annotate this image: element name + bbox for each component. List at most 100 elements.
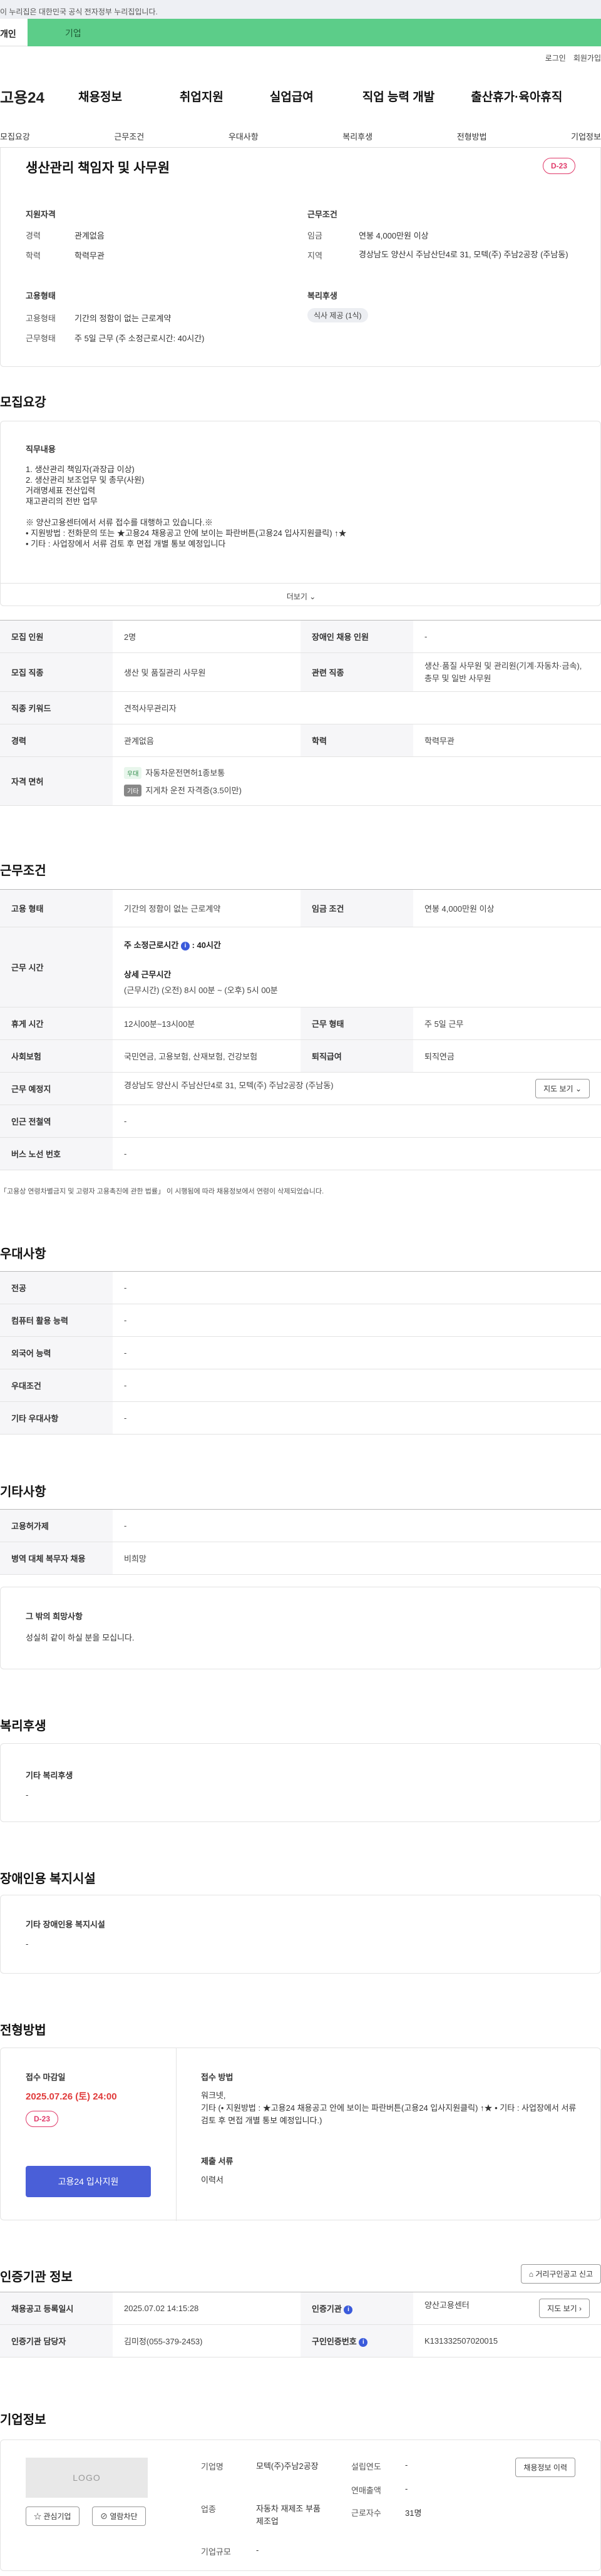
size-label: 기업규모 [201,2547,231,2557]
lang-value: - [113,1336,601,1369]
wage-label: 임금 [307,231,322,240]
info-icon[interactable]: i [180,941,190,951]
docs-title: 제출 서류 [201,2156,234,2166]
edu-value-row: 학력무관 [413,724,601,757]
star-icon: ☆ [34,2512,42,2521]
job-desc-heading: 직무내용 [26,445,56,454]
user-type-tabs: 개인 기업 [0,19,601,46]
wage-cond-label: 임금 조건 [300,889,413,927]
gov-notice-text: 이 누리집은 대한민국 공식 전자정부 누리집입니다. [0,8,158,16]
agency-map-button[interactable]: 지도 보기 › [539,2299,590,2318]
map-button[interactable]: 지도 보기 ⌄ [535,1079,590,1098]
info-icon[interactable]: i [359,2337,368,2347]
wage-value: 연봉 4,000만원 이상 [359,231,429,240]
selection-heading: 전형방법 [0,2024,46,2038]
career-label: 경력 [26,231,41,240]
site-logo[interactable]: 고용24 [0,85,72,107]
info-icon[interactable]: i [344,2305,353,2314]
wage-cond-value: 연봉 4,000만원 이상 [413,889,601,927]
login-link[interactable]: 로그인 [545,53,566,63]
computer-label: 컴퓨터 활용 능력 [0,1304,113,1337]
retire-value: 퇴직연금 [413,1039,601,1073]
employees-label: 근로자수 [351,2508,381,2518]
edu-label: 학력 [26,251,41,260]
disabled-title: 기타 장애인용 복지시설 [26,1920,105,1929]
career-value: 관계없음 [74,231,105,240]
gnb-item-unemployment[interactable]: 실업급여 [270,88,314,105]
pref-label: 우대조건 [0,1369,113,1402]
age-note: 「고용상 연령차별금지 및 고령자 고용촉진에 관한 법률」 이 시행됨에 따라… [0,1188,324,1195]
anchor-recruit[interactable]: 모집요강 [0,130,30,147]
table-row: 인근 전철역 - [0,1105,601,1138]
table-row: 고용 형태 기간의 정함이 없는 근로계약 임금 조건 연봉 4,000만원 이… [0,889,601,927]
chevron-down-icon: ⌄ [575,1084,582,1093]
agency-label-cell: 인증기관 i [300,2292,413,2325]
join-link[interactable]: 회원가입 [573,53,601,63]
utility-links: 로그인 회원가입 [545,53,601,63]
disabled-value: - [26,1939,29,1949]
fav-company-label: 관심기업 [43,2512,71,2521]
revenue-label: 연매출액 [351,2486,381,2495]
place-label: 근무 예정지 [0,1072,113,1105]
edu-value: 학력무관 [74,251,105,260]
anchor-selection[interactable]: 전형방법 [457,130,487,147]
job-value: 생산 및 품질관리 사무원 [113,652,300,692]
emp-type-value: 기간의 정함이 없는 근로계약 [74,314,172,323]
divider [176,2048,177,2221]
job-description-card: 직무내용 1. 생산관리 책임자(과장급 이상) 2. 생산관리 보조업무 및 … [0,421,601,606]
more-label: 더보기 [286,592,307,601]
ins-value: 국민연금, 고용보험, 산재보험, 건강보험 [113,1039,300,1073]
map-button-label: 지도 보기 [543,1084,573,1093]
gnb-item-training[interactable]: 직업 능력 개발 [362,88,434,105]
table-row: 기타 우대사항 - [0,1401,601,1435]
fav-company-button[interactable]: ☆ 관심기업 [26,2506,80,2526]
emp-value: 기간의 정함이 없는 근로계약 [113,889,300,927]
selection-card: 접수 마감일 2025.07.26 (토) 24:00 D-23 고용24 입사… [0,2048,601,2221]
agency-cell: 양산고용센터 지도 보기 › [413,2292,601,2325]
related-label: 관련 직종 [300,652,413,692]
anchor-preference[interactable]: 우대사항 [229,130,259,147]
table-row: 고용허가제 - [0,1509,601,1542]
manager-value: 김미정(055-379-2453) [113,2324,300,2357]
anchor-welfare[interactable]: 복리후생 [342,130,372,147]
gnb-item-employment-support[interactable]: 취업지원 [180,88,223,105]
block-icon: ⊘ [100,2512,108,2521]
license-label: 자격 면허 [0,756,113,806]
more-button[interactable]: 더보기 ⌄ [1,583,601,607]
method-text: 워크넷, 기타 (• 지원방법 : ★고용24 채용공고 안에 보이는 파란버튼… [201,2091,577,2125]
history-button[interactable]: 채용정보 이력 [515,2458,575,2477]
revenue-value: - [405,2484,408,2493]
tab-company[interactable]: 기업 [28,19,601,46]
founded-value: - [405,2460,408,2470]
apply-button[interactable]: 고용24 입사지원 [26,2166,151,2197]
license-1-tag: 우대 [124,766,142,779]
tab-personal[interactable]: 개인 [0,19,28,46]
time-weekly: 주 소정근로시간 [124,940,179,950]
table-row: 경력 관계없음 학력 학력무관 [0,724,601,757]
time-weekly-value: : 40시간 [192,940,221,950]
etc-heading: 기타사항 [0,1485,46,1499]
gnb-item-jobs[interactable]: 채용정보 [78,88,122,105]
agency-label: 인증기관 [312,2304,342,2314]
anchor-conditions[interactable]: 근무조건 [114,130,144,147]
table-row: 전공 - [0,1271,601,1304]
industry-label: 업종 [201,2505,216,2514]
gnb-menu: 채용정보 취업지원 실업급여 직업 능력 개발 출산휴가·육아휴직 [72,88,595,105]
emp-type-label: 고용형태 [26,314,56,323]
job-summary-card: 생산관리 책임자 및 사무원 D-23 지원자격 경력 관계없음 학력 학력무관… [0,148,601,367]
gnb-item-maternity[interactable]: 출산휴가·육아휴직 [471,88,562,105]
edu-label-row: 학력 [300,724,413,757]
block-button[interactable]: ⊘ 열람차단 [92,2506,146,2526]
count-value: 2명 [113,620,300,653]
anchor-company[interactable]: 기업정보 [571,130,601,147]
welfare-card: 기타 복리후생 - [0,1743,601,1822]
report-button[interactable]: ⌂ 거리구인공고 신고 [520,2264,601,2284]
emp-label: 고용 형태 [0,889,113,927]
welfare-chip: 식사 제공 (1식) [307,308,368,322]
block-label: 열람차단 [110,2512,138,2521]
related-value: 생산·품질 사무원 및 관리원(기계·자동차·금속), 총무 및 일반 사무원 [413,652,601,692]
subway-label: 인근 전철역 [0,1105,113,1138]
bus-label: 버스 노선 번호 [0,1137,113,1170]
table-row: 버스 노선 번호 - [0,1137,601,1170]
major-value: - [113,1271,601,1304]
